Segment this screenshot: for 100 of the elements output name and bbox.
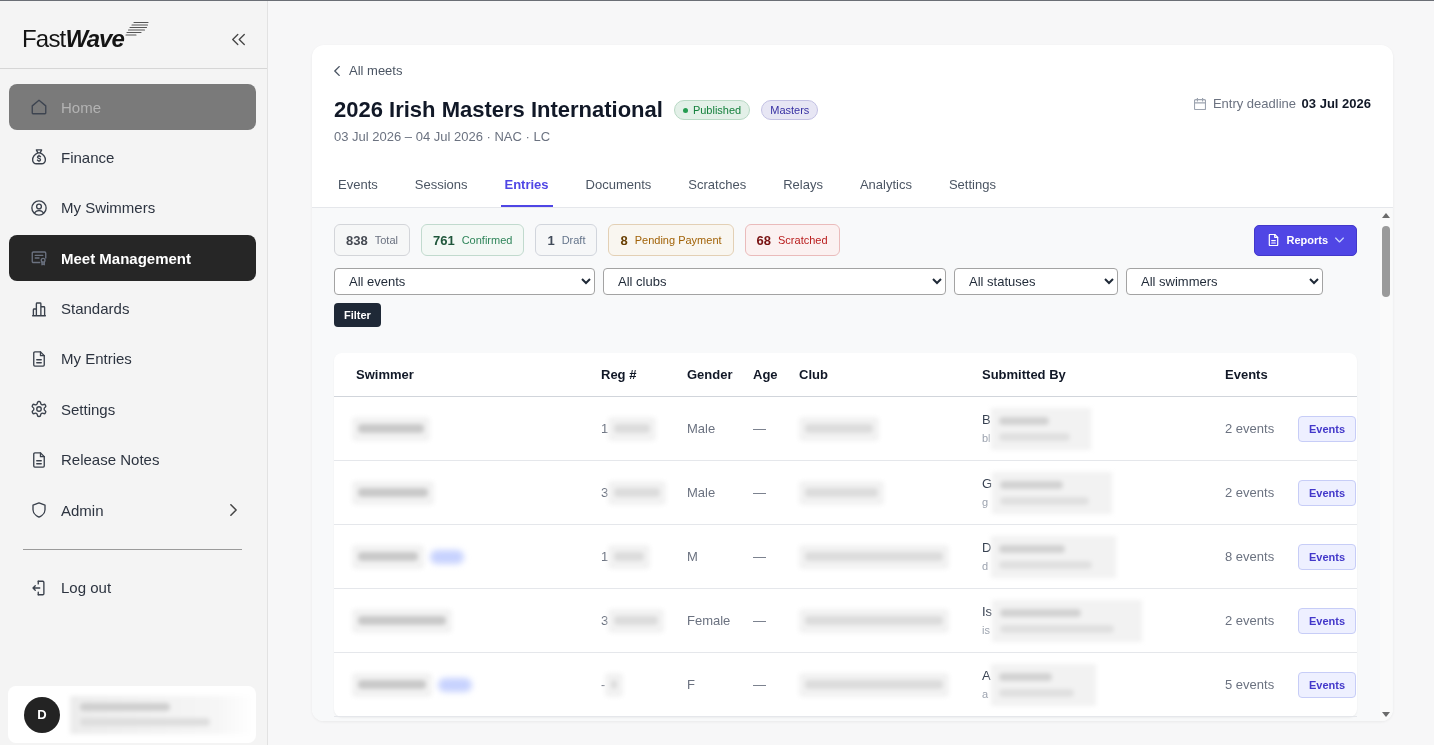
- blurred-text: [608, 544, 651, 569]
- double-chevron-left-icon: [232, 32, 245, 46]
- blurred-text: [608, 608, 665, 633]
- table-cell: M: [687, 549, 698, 564]
- column-header: Swimmer: [356, 367, 414, 382]
- tag-label: Masters: [770, 104, 810, 116]
- table-cell: 5 events: [1225, 677, 1275, 692]
- table-cell: —: [753, 549, 766, 564]
- blurred-text: [605, 672, 624, 697]
- filter-select[interactable]: All events: [334, 268, 595, 295]
- sidebar-item[interactable]: My Entries: [9, 335, 256, 382]
- table-cell: -: [601, 677, 606, 692]
- count-label: Scratched: [778, 234, 828, 246]
- count-label: Draft: [561, 234, 586, 246]
- column-header: Events: [1225, 367, 1268, 382]
- table-cell: —: [753, 677, 766, 692]
- filter-select[interactable]: All clubs: [603, 268, 946, 295]
- bar-chart-icon: [30, 299, 48, 318]
- user-avatar: D: [24, 696, 60, 733]
- certificate-icon: [30, 249, 48, 268]
- submitter-name: A: [982, 668, 991, 684]
- meet-dates: 03 Jul 2026 – 04 Jul 2026 · NAC · LC: [334, 128, 552, 146]
- submitter-email: is: [982, 623, 991, 637]
- count-number: 761: [432, 232, 455, 248]
- table-cell: 8 events: [1225, 549, 1275, 564]
- tag-label: Published: [692, 104, 742, 116]
- tab[interactable]: Events: [334, 164, 382, 207]
- sidebar-item[interactable]: Settings: [9, 386, 256, 433]
- tab[interactable]: Sessions: [410, 164, 472, 207]
- caret-down-icon: [1335, 237, 1344, 243]
- sidebar-item[interactable]: Meet Management: [9, 235, 256, 282]
- back-link[interactable]: All meets: [334, 62, 403, 80]
- logout-button[interactable]: Log out: [9, 564, 256, 611]
- count-number: 8: [620, 232, 628, 248]
- sidebar-item[interactable]: Standards: [9, 285, 256, 332]
- table-cell: 1: [601, 549, 609, 564]
- events-button[interactable]: Events: [1298, 479, 1356, 506]
- table-cell: 2 events: [1225, 485, 1275, 500]
- submitter-email: a: [982, 687, 990, 701]
- sidebar-item[interactable]: Finance: [9, 134, 256, 181]
- count-number: 1: [547, 232, 555, 248]
- settings-icon: [30, 400, 48, 419]
- count-number: 838: [346, 232, 368, 248]
- document-icon: [1268, 234, 1280, 246]
- count-label: Confirmed: [461, 234, 513, 246]
- meet-title: 2026 Irish Masters International: [334, 96, 663, 124]
- filter-select[interactable]: All statuses: [954, 268, 1118, 295]
- table-cell: 2 events: [1225, 613, 1275, 628]
- scroll-up-icon: [1382, 213, 1390, 218]
- tab[interactable]: Relays: [779, 164, 827, 207]
- scrollbar-thumb[interactable]: [1382, 226, 1390, 297]
- submitter-name: D: [982, 540, 992, 556]
- events-button[interactable]: Events: [1298, 415, 1356, 442]
- tab[interactable]: Settings: [944, 164, 1000, 207]
- count-number: 68: [756, 232, 772, 248]
- blurred-text: [608, 416, 657, 441]
- column-header: Submitted By: [982, 367, 1066, 382]
- table-cell: 1: [601, 421, 609, 436]
- submitter-name: B: [982, 412, 991, 428]
- column-header: Gender: [687, 367, 733, 382]
- user-circle-icon: [30, 198, 48, 217]
- document-icon: [30, 349, 48, 368]
- count-label: Total: [374, 234, 398, 246]
- submitter-email: g: [982, 495, 990, 509]
- logo-text: FastWave: [22, 25, 124, 53]
- scroll-down-icon: [1382, 712, 1390, 717]
- home-icon: [30, 98, 48, 116]
- column-header: Age: [753, 367, 778, 382]
- shield-icon: [30, 501, 48, 520]
- logout-icon: [30, 578, 48, 597]
- sidebar-item[interactable]: My Swimmers: [9, 184, 256, 231]
- tab[interactable]: Documents: [581, 164, 656, 207]
- logo-lines-icon: [124, 21, 149, 37]
- filter-select[interactable]: All swimmers: [1126, 268, 1323, 295]
- table-cell: 2 events: [1225, 421, 1275, 436]
- column-header: Club: [799, 367, 828, 382]
- collapse-sidebar-button[interactable]: [232, 32, 245, 46]
- money-bag-icon: [30, 148, 48, 167]
- blurred-text: [608, 480, 667, 505]
- submitter-name: G: [982, 476, 993, 492]
- count-label: Pending Payment: [634, 234, 722, 246]
- table-cell: Male: [687, 421, 716, 436]
- events-button[interactable]: Events: [1298, 671, 1356, 698]
- table-cell: —: [753, 485, 766, 500]
- sidebar-item[interactable]: Admin: [9, 487, 256, 534]
- table-cell: Male: [687, 485, 716, 500]
- reports-button[interactable]: Reports: [1254, 224, 1357, 256]
- sidebar-item[interactable]: Release Notes: [9, 436, 256, 483]
- table-cell: —: [753, 613, 766, 628]
- blurred-text: [352, 544, 424, 569]
- table-cell: F: [687, 677, 695, 692]
- table-cell: 3: [601, 613, 609, 628]
- filter-button[interactable]: Filter: [334, 303, 381, 327]
- tab[interactable]: Analytics: [855, 164, 916, 207]
- table-cell: —: [753, 421, 766, 436]
- events-button[interactable]: Events: [1298, 607, 1356, 634]
- submitter-name: Is: [982, 604, 993, 620]
- tab[interactable]: Scratches: [684, 164, 751, 207]
- document-icon: [30, 450, 48, 469]
- events-button[interactable]: Events: [1298, 543, 1356, 570]
